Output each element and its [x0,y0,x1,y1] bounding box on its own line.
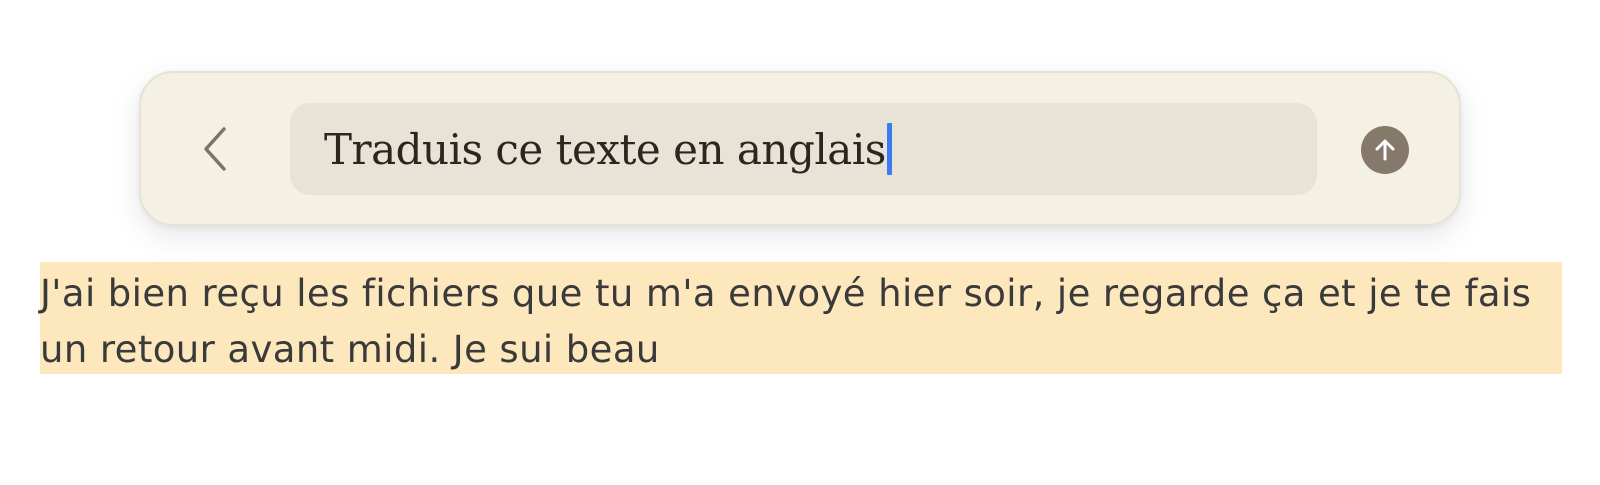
arrow-up-icon [1375,139,1395,161]
prompt-input[interactable]: Traduis ce texte en anglais [290,103,1317,195]
back-button[interactable] [185,111,245,187]
ai-prompt-bar: Traduis ce texte en anglais [139,71,1461,226]
prompt-input-text[interactable]: Traduis ce texte en anglais [324,125,886,174]
text-caret [886,123,892,175]
selected-document-text[interactable]: J'ai bien reçu les fichiers que tu m'a e… [40,262,1562,374]
submit-button[interactable] [1361,126,1409,174]
chevron-left-icon [204,127,226,171]
